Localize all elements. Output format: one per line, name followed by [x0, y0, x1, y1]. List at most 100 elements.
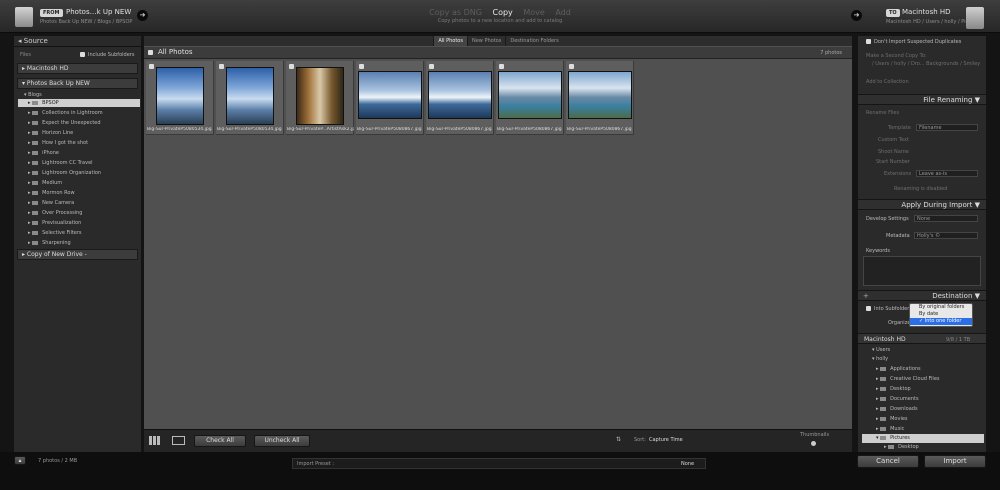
organize-option[interactable]: By date	[910, 311, 972, 318]
mode-copy-as-dng[interactable]: Copy as DNG	[429, 8, 482, 17]
custom-text-label: Custom Text	[878, 137, 909, 143]
dest-folder-item[interactable]: ▸ Creative Cloud Files	[876, 376, 940, 382]
keywords-input[interactable]	[863, 256, 981, 286]
thumbnail-checkbox[interactable]	[429, 64, 434, 69]
dest-folder-pictures-selected[interactable]: ▾ Pictures	[862, 434, 984, 443]
template-label: Template	[888, 125, 911, 131]
source-folder-item[interactable]: ▸ Previsualization	[28, 219, 81, 227]
folder-icon	[32, 100, 39, 105]
preset-value[interactable]: None	[681, 461, 694, 467]
photo-thumbnail[interactable]: Big-Sur-PrivateP5080867.jpg	[356, 61, 424, 135]
photo-thumbnail[interactable]: Big-Sur-PrivateP5080534.jpg	[146, 61, 214, 135]
mode-add[interactable]: Add	[555, 8, 571, 17]
import-button[interactable]: Import	[924, 455, 986, 468]
dest-folder-item[interactable]: ▸ Desktop	[876, 386, 911, 392]
source-folder-item[interactable]: ▸ iPhone	[28, 149, 59, 157]
into-subfolder-checkbox[interactable]: Into Subfolder	[866, 306, 909, 312]
folder-icon	[880, 386, 887, 391]
apply-during-import-header[interactable]: Apply During Import ▼	[858, 199, 986, 210]
metadata-select[interactable]: Holly's ©	[914, 232, 978, 239]
uncheck-all-button[interactable]: Uncheck All	[254, 435, 310, 447]
source-folder-item[interactable]: ▸ Horizon Line	[28, 129, 73, 137]
folder-label: BPSOP	[42, 100, 59, 106]
photo-thumbnail[interactable]: Big-Sur-PrivateP5080534.jpg	[216, 61, 284, 135]
photo-thumbnail[interactable]: Big-Sur-PrivateP5080867.jpg	[496, 61, 564, 135]
dest-holly-folder[interactable]: ▾ holly	[872, 356, 888, 362]
thumbnail-checkbox[interactable]	[359, 64, 364, 69]
source-folder-item[interactable]: ▸ Mormon Row	[28, 189, 75, 197]
photo-thumbnail[interactable]: Big-Sur-PrivateP5080867.jpg	[426, 61, 494, 135]
all-photos-check-icon[interactable]	[148, 50, 153, 55]
source-folder-item[interactable]: ▸ Medium	[28, 179, 62, 187]
tab-new-photos[interactable]: New Photos	[466, 36, 505, 46]
add-to-collection-checkbox[interactable]: Add to Collection	[866, 79, 909, 85]
source-folder-item[interactable]: ▸ Over Processing	[28, 209, 82, 217]
template-select[interactable]: Filename	[916, 124, 978, 131]
source-folder-item[interactable]: ▸ Expect the Unexpected	[28, 119, 101, 127]
tab-all-photos[interactable]: All Photos	[433, 36, 467, 46]
folder-bpsop-selected[interactable]: ▸ BPSOP	[18, 99, 140, 107]
extensions-select[interactable]: Leave as-is	[916, 170, 978, 177]
source-folder-item[interactable]: ▸ Selective Filters	[28, 229, 82, 237]
device-photos-back-up[interactable]: ▾ Photos Back Up NEW	[17, 78, 138, 89]
thumbnail-checkbox[interactable]	[149, 64, 154, 69]
source-panel-header[interactable]: ◂ Source	[14, 36, 141, 47]
sort-value[interactable]: Capture Time	[649, 437, 683, 443]
device-copy-of-new-drive[interactable]: ▸ Copy of New Drive -	[17, 249, 138, 260]
check-all-button[interactable]: Check All	[194, 435, 246, 447]
device-macintosh-hd[interactable]: ▸ Macintosh HD	[17, 63, 138, 74]
thumbnail-checkbox[interactable]	[289, 64, 294, 69]
destination-header[interactable]: + Destination ▼	[858, 290, 986, 301]
source-folder-item[interactable]: ▸ Lightroom CC Travel	[28, 159, 93, 167]
import-header: FROM Photos…k Up NEW Photos Back Up NEW …	[0, 0, 1000, 33]
dest-folder-item[interactable]: ▸ Desktop	[884, 444, 919, 450]
add-destination-icon[interactable]: +	[863, 291, 869, 301]
volume-header[interactable]: Macintosh HD 9/8 / 1 TB	[858, 333, 986, 344]
folder-label: Downloads	[890, 406, 918, 412]
dest-folder-item[interactable]: ▸ Music	[876, 426, 904, 432]
thumbnail-checkbox[interactable]	[499, 64, 504, 69]
dest-folder-item[interactable]: ▸ Movies	[876, 416, 908, 422]
photo-thumbnail[interactable]: Big-Sur-PrivateP5080867.jpg	[566, 61, 634, 135]
mode-move[interactable]: Move	[523, 8, 544, 17]
file-renaming-header[interactable]: File Renaming ▼	[858, 94, 986, 105]
device-label: Macintosh HD	[26, 65, 69, 72]
folder-blogs[interactable]: ▾ Blogs	[24, 91, 42, 99]
grid-view-icon[interactable]	[149, 436, 161, 445]
sort-direction-icon[interactable]: ⇅	[616, 436, 621, 443]
dest-folder-item[interactable]: ▸ Downloads	[876, 406, 918, 412]
source-folder-item[interactable]: ▸ Collections in Lightroom	[28, 109, 103, 117]
source-folder-item[interactable]: ▸ Sharpening	[28, 239, 71, 247]
organize-option[interactable]: By original folders	[910, 304, 972, 311]
dont-import-dupes-checkbox[interactable]: Don't Import Suspected Duplicates	[866, 39, 961, 45]
loupe-view-icon[interactable]	[172, 436, 185, 445]
apply-title: Apply During Import	[901, 201, 973, 209]
dest-drive-icon[interactable]	[966, 7, 984, 29]
folder-label: holly	[876, 356, 889, 362]
develop-settings-select[interactable]: None	[914, 215, 978, 222]
include-subfolders-checkbox[interactable]: Include Subfolders	[80, 52, 134, 58]
tab-destination-folders[interactable]: Destination Folders	[505, 36, 562, 46]
dest-users-folder[interactable]: ▾ Users	[872, 347, 890, 353]
source-folder-item[interactable]: ▸ New Camera	[28, 199, 74, 207]
folder-label: Selective Filters	[42, 230, 82, 236]
photo-image	[358, 71, 422, 119]
thumbnail-size-slider[interactable]	[811, 441, 816, 446]
dest-name[interactable]: Macintosh HD	[902, 8, 951, 16]
organize-option-selected[interactable]: ✓ Into one folder	[910, 318, 972, 325]
second-copy-checkbox[interactable]: Make a Second Copy To:	[866, 53, 927, 59]
mode-copy[interactable]: Copy	[493, 8, 513, 17]
rename-files-checkbox[interactable]: Rename Files	[866, 110, 899, 116]
source-folder-item[interactable]: ▸ How I got the shot	[28, 139, 88, 147]
source-folder-item[interactable]: ▸ Lightroom Organization	[28, 169, 101, 177]
import-preset-bar[interactable]: Import Preset : None	[292, 458, 706, 469]
photo-thumbnail[interactable]: Big-Sur-PrivateP...ArtistAsk2.jpg	[286, 61, 354, 135]
thumbnail-checkbox[interactable]	[219, 64, 224, 69]
dest-folder-item[interactable]: ▸ Documents	[876, 396, 919, 402]
collapse-toggle-icon[interactable]: ▴	[14, 456, 26, 465]
thumbnail-checkbox[interactable]	[569, 64, 574, 69]
folder-label: Collections in Lightroom	[42, 110, 103, 116]
dest-folder-item[interactable]: ▸ Applications	[876, 366, 921, 372]
cancel-button[interactable]: Cancel	[857, 455, 919, 468]
photo-image	[296, 67, 344, 125]
